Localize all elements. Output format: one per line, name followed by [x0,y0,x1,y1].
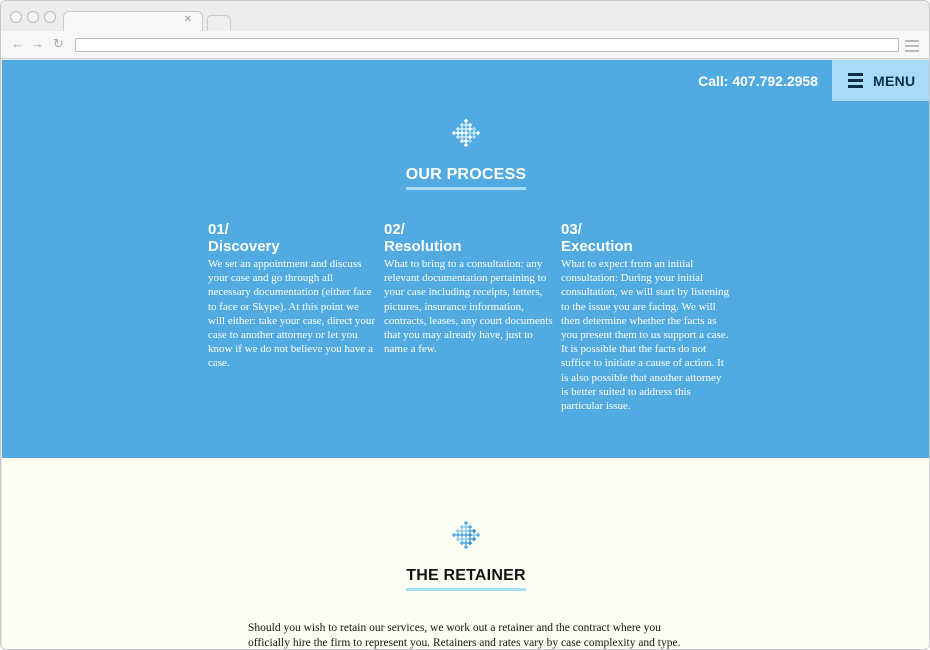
diamond-logo-icon [451,118,481,148]
process-title-wrap: OUR PROCESS [2,166,929,190]
address-bar[interactable] [75,38,899,52]
process-step: 02/ Resolution What to bring to a consul… [384,222,554,356]
close-icon[interactable]: ✕ [184,14,192,25]
retainer-title-wrap: THE RETAINER [2,567,929,591]
hamburger-icon [848,73,863,88]
step-description: We set an appointment and discuss your c… [208,258,376,370]
browser-menu-icon[interactable] [905,40,919,55]
step-description: What to expect from an initial consultat… [561,258,730,413]
browser-toolbar: ← → ↻ [1,31,929,59]
section-title: OUR PROCESS [405,166,527,190]
section-title: THE RETAINER [406,567,526,591]
step-name: Discovery [208,238,280,255]
diamond-logo-icon [451,520,481,550]
step-name: Resolution [384,238,462,255]
step-number: 03/ [561,221,582,238]
process-step: 03/ Execution What to expect from an ini… [561,222,731,413]
minimize-window-button[interactable] [27,11,39,23]
close-window-button[interactable] [10,11,22,23]
step-number: 01/ [208,221,229,238]
maximize-window-button[interactable] [44,11,56,23]
step-description: What to bring to a consultation: any rel… [384,258,553,356]
menu-button[interactable]: MENU [832,60,929,101]
process-section: Call: 407.792.2958 MENU OUR PROCESS 01/ … [2,60,929,458]
page-viewport: Call: 407.792.2958 MENU OUR PROCESS 01/ … [2,60,929,649]
menu-label: MENU [873,72,916,89]
process-step: 01/ Discovery We set an appointment and … [208,222,378,371]
new-tab-button[interactable] [207,15,231,31]
step-number: 02/ [384,221,405,238]
browser-window: ✕ ← → ↻ Call: 407.792.2958 MENU OUR PROC… [0,0,930,650]
browser-titlebar: ✕ [1,1,929,31]
step-name: Execution [561,238,633,255]
browser-tab[interactable]: ✕ [63,11,203,31]
arrow-right-icon[interactable]: → [31,36,44,52]
retainer-section: THE RETAINER Should you wish to retain o… [2,458,929,649]
reload-icon[interactable]: ↻ [53,36,64,52]
retainer-description: Should you wish to retain our services, … [248,622,681,649]
phone-number[interactable]: Call: 407.792.2958 [698,73,818,89]
arrow-left-icon[interactable]: ← [11,36,24,52]
